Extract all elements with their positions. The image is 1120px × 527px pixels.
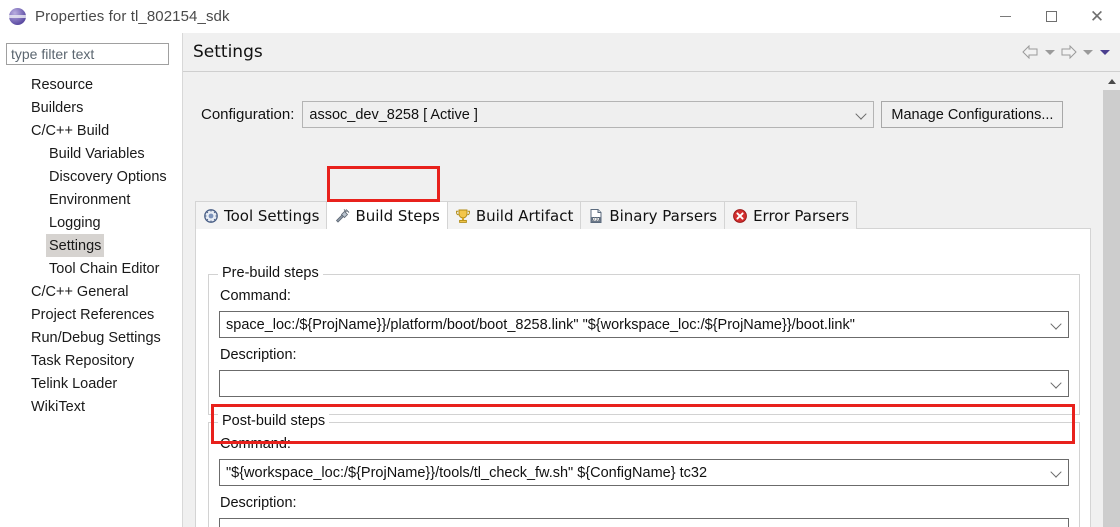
back-arrow-icon[interactable] bbox=[1021, 43, 1040, 61]
sidebar-item-wikitext[interactable]: WikiText bbox=[0, 395, 182, 418]
sidebar-item-label: Settings bbox=[46, 234, 105, 257]
sidebar-item-run-debug-settings[interactable]: Run/Debug Settings bbox=[0, 326, 182, 349]
close-icon: ✕ bbox=[1089, 7, 1105, 26]
chevron-down-icon bbox=[1052, 320, 1061, 329]
post-build-command-field[interactable]: "${workspace_loc:/${ProjName}}/tools/tl_… bbox=[219, 459, 1069, 486]
sidebar-item-label: Project References bbox=[31, 307, 155, 323]
post-build-command-value: "${workspace_loc:/${ProjName}}/tools/tl_… bbox=[226, 464, 708, 481]
post-build-steps-group: Post-build steps Command: "${workspace_l… bbox=[208, 413, 1080, 527]
filter-text-input[interactable]: type filter text bbox=[6, 43, 169, 65]
window-title: Properties for tl_802154_sdk bbox=[35, 8, 230, 25]
sidebar-item-build-variables[interactable]: Build Variables bbox=[0, 142, 182, 165]
configuration-row: Configuration: assoc_dev_8258 [ Active ]… bbox=[201, 101, 1086, 128]
content-vertical-scrollbar[interactable] bbox=[1103, 73, 1120, 527]
sidebar-item-label: WikiText bbox=[31, 399, 85, 415]
sidebar-item-label: C/C++ General bbox=[31, 284, 129, 300]
manage-configurations-button[interactable]: Manage Configurations... bbox=[881, 101, 1064, 128]
sidebar-item-label: Logging bbox=[49, 215, 101, 231]
sidebar-item-label: Discovery Options bbox=[49, 169, 167, 185]
sidebar-item-project-references[interactable]: Project References bbox=[0, 303, 182, 326]
sidebar-item-task-repository[interactable]: Task Repository bbox=[0, 349, 182, 372]
sidebar-item-c-c-general[interactable]: C/C++ General bbox=[0, 280, 182, 303]
sidebar-item-telink-loader[interactable]: Telink Loader bbox=[0, 372, 182, 395]
filter-placeholder: type filter text bbox=[11, 46, 95, 62]
pre-build-command-label: Command: bbox=[220, 288, 291, 304]
sidebar-item-resource[interactable]: Resource bbox=[0, 73, 182, 96]
pre-build-command-field[interactable]: space_loc:/${ProjName}}/platform/boot/bo… bbox=[219, 311, 1069, 338]
post-build-description-label: Description: bbox=[220, 495, 297, 511]
sidebar-item-environment[interactable]: Environment bbox=[0, 188, 182, 211]
chevron-down-icon bbox=[1052, 468, 1061, 477]
tab-label: Error Parsers bbox=[753, 206, 850, 225]
tab-error-parsers[interactable]: Error Parsers bbox=[724, 201, 858, 229]
settings-tree: Resource Builders C/C++ Build Build Variabl… bbox=[0, 73, 182, 418]
properties-sidebar: type filter text Resource Builders C/C++ B… bbox=[0, 33, 182, 527]
pre-build-command-value: space_loc:/${ProjName}}/platform/boot/bo… bbox=[226, 316, 855, 333]
tab-label: Build Steps bbox=[355, 206, 440, 225]
configuration-select[interactable]: assoc_dev_8258 [ Active ] bbox=[302, 101, 875, 128]
settings-tabstrip: Tool Settings Build Steps Build Artifact 01… bbox=[195, 201, 1091, 229]
tab-label: Tool Settings bbox=[224, 206, 320, 225]
settings-page-body: Configuration: assoc_dev_8258 [ Active ]… bbox=[183, 73, 1103, 527]
tab-label: Binary Parsers bbox=[609, 206, 718, 225]
window-title-bar: Properties for tl_802154_sdk ✕ bbox=[0, 0, 1120, 33]
view-menu-chevron-down-icon[interactable] bbox=[1097, 43, 1112, 61]
forward-arrow-icon[interactable] bbox=[1059, 43, 1078, 61]
page-nav-icons bbox=[1021, 43, 1112, 61]
page-header: Settings bbox=[183, 33, 1120, 72]
scrollbar-thumb[interactable] bbox=[1103, 90, 1120, 527]
sidebar-item-label: Environment bbox=[49, 192, 131, 208]
sidebar-item-label: Run/Debug Settings bbox=[31, 330, 161, 346]
pre-build-steps-legend: Pre-build steps bbox=[218, 265, 323, 281]
maximize-button[interactable] bbox=[1028, 0, 1074, 33]
svg-text:010: 010 bbox=[593, 216, 601, 221]
post-build-command-label: Command: bbox=[220, 436, 291, 452]
page-title: Settings bbox=[193, 42, 263, 62]
close-button[interactable]: ✕ bbox=[1074, 0, 1120, 33]
tab-binary-parsers[interactable]: 010 Binary Parsers bbox=[580, 201, 726, 229]
sidebar-item-label: Build Variables bbox=[49, 146, 145, 162]
post-build-steps-legend: Post-build steps bbox=[218, 413, 330, 429]
chevron-down-icon bbox=[857, 110, 866, 119]
pre-build-steps-group: Pre-build steps Command: space_loc:/${Pr… bbox=[208, 265, 1080, 415]
scroll-up-arrow-icon[interactable] bbox=[1103, 73, 1120, 90]
sidebar-item-builders[interactable]: Builders bbox=[0, 96, 182, 119]
sidebar-item-tool-chain-editor[interactable]: Tool Chain Editor bbox=[0, 257, 182, 280]
sidebar-item-settings[interactable]: Settings bbox=[0, 234, 182, 257]
configuration-label: Configuration: bbox=[201, 106, 295, 123]
sidebar-item-label: Task Repository bbox=[31, 353, 135, 369]
forward-history-chevron-down-icon[interactable] bbox=[1080, 43, 1095, 61]
tool-settings-icon bbox=[203, 208, 219, 224]
build-artifact-icon bbox=[455, 208, 471, 224]
error-parsers-icon bbox=[732, 208, 748, 224]
eclipse-sphere-icon bbox=[9, 8, 26, 25]
sidebar-item-label: C/C++ Build bbox=[31, 123, 110, 139]
sidebar-item-label: Tool Chain Editor bbox=[49, 261, 160, 277]
maximize-icon bbox=[1045, 11, 1057, 22]
sidebar-item-label: Resource bbox=[31, 77, 94, 93]
tab-build-artifact[interactable]: Build Artifact bbox=[446, 201, 582, 229]
back-history-chevron-down-icon[interactable] bbox=[1042, 43, 1057, 61]
configuration-value: assoc_dev_8258 [ Active ] bbox=[309, 106, 478, 123]
sidebar-item-c-c-build[interactable]: C/C++ Build bbox=[0, 119, 182, 142]
window-controls: ✕ bbox=[982, 0, 1120, 33]
pre-build-description-field[interactable] bbox=[219, 370, 1069, 397]
sidebar-item-label: Telink Loader bbox=[31, 376, 118, 392]
minimize-button[interactable] bbox=[982, 0, 1028, 33]
tab-build-steps[interactable]: Build Steps bbox=[326, 201, 448, 229]
minimize-icon bbox=[999, 16, 1011, 17]
tab-tool-settings[interactable]: Tool Settings bbox=[195, 201, 328, 229]
tab-label: Build Artifact bbox=[475, 206, 574, 225]
properties-content-pane: Settings Configuration: assoc_dev_8258 [… bbox=[183, 33, 1120, 527]
build-steps-icon bbox=[334, 208, 350, 224]
sidebar-item-logging[interactable]: Logging bbox=[0, 211, 182, 234]
sidebar-item-label: Builders bbox=[31, 100, 84, 116]
post-build-description-field[interactable] bbox=[219, 518, 1069, 527]
binary-parsers-icon: 010 bbox=[588, 208, 604, 224]
sidebar-item-discovery-options[interactable]: Discovery Options bbox=[0, 165, 182, 188]
pre-build-description-label: Description: bbox=[220, 347, 297, 363]
chevron-down-icon bbox=[1052, 379, 1061, 388]
